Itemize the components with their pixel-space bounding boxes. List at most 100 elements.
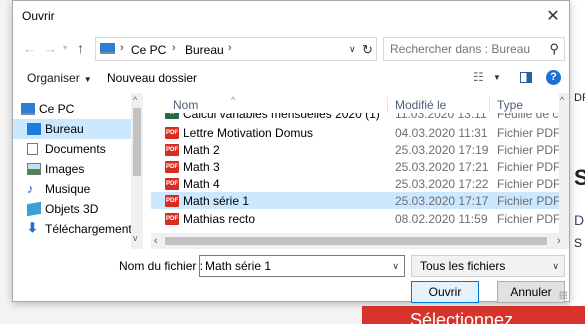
sort-ascending-icon: ^ bbox=[231, 95, 236, 105]
scroll-down-icon[interactable]: v bbox=[133, 233, 138, 243]
column-divider[interactable] bbox=[387, 97, 388, 113]
cancel-button[interactable]: Annuler bbox=[497, 281, 565, 303]
file-name: Math 2 bbox=[183, 143, 220, 157]
refresh-icon[interactable]: ↻ bbox=[362, 42, 373, 58]
breadcrumb-item-ce-pc[interactable]: Ce PC bbox=[131, 43, 166, 57]
file-row[interactable]: PDF Mathias recto 08.02.2020 11:59 Fichi… bbox=[151, 210, 559, 227]
file-list-vertical-scrollbar[interactable]: ^ bbox=[559, 93, 569, 233]
pdf-file-icon: PDF bbox=[165, 195, 179, 207]
sidebar-item-telechargements[interactable]: ⬇ Téléchargements bbox=[13, 219, 138, 239]
preview-pane-icon[interactable] bbox=[520, 72, 532, 83]
pdf-file-icon: PDF bbox=[165, 161, 179, 173]
resize-grip-icon[interactable] bbox=[559, 291, 567, 299]
chevron-down-icon[interactable]: ∨ bbox=[392, 261, 399, 272]
scroll-left-icon[interactable]: ‹ bbox=[154, 235, 158, 247]
sidebar-item-label: Téléchargements bbox=[45, 222, 138, 236]
file-type: Fichier PDF bbox=[497, 212, 559, 226]
file-row[interactable]: PDF Math 3 25.03.2020 17:21 Fichier PDF bbox=[151, 158, 559, 175]
search-input[interactable] bbox=[390, 42, 540, 56]
file-row[interactable]: PDF Lettre Motivation Domus 04.03.2020 1… bbox=[151, 124, 559, 141]
sidebar-item-bureau[interactable]: Bureau bbox=[13, 119, 133, 139]
file-modified: 04.03.2020 11:31 bbox=[395, 126, 488, 140]
background-text-fragment: DF bbox=[574, 92, 585, 104]
title-bar[interactable]: Ouvrir ✕ bbox=[13, 1, 569, 31]
scroll-up-icon[interactable]: ^ bbox=[560, 95, 564, 105]
back-arrow-icon[interactable]: ← bbox=[23, 41, 36, 56]
column-header-type[interactable]: Type bbox=[497, 98, 523, 112]
downloads-icon: ⬇ bbox=[27, 220, 38, 235]
open-button[interactable]: Ouvrir bbox=[411, 281, 479, 303]
scrollbar-thumb[interactable] bbox=[165, 237, 547, 245]
file-row-selected[interactable]: PDF Math série 1 25.03.2020 17:17 Fichie… bbox=[151, 192, 559, 209]
file-row[interactable]: PDF Math 4 25.03.2020 17:22 Fichier PDF bbox=[151, 175, 559, 192]
pdf-file-icon: PDF bbox=[165, 213, 179, 225]
column-divider[interactable] bbox=[489, 97, 490, 113]
filename-label: Nom du fichier : bbox=[119, 259, 204, 273]
sidebar-item-label: Images bbox=[45, 162, 85, 176]
open-file-dialog: Ouvrir ✕ ← → ▾ ↑ › Ce PC › Bureau › ∨ ↻ … bbox=[12, 0, 570, 303]
sidebar-item-musique[interactable]: ♪ Musique bbox=[13, 179, 133, 199]
scrollbar-thumb[interactable] bbox=[133, 108, 141, 176]
help-icon[interactable]: ? bbox=[546, 70, 561, 85]
file-type: Fichier PDF bbox=[497, 160, 559, 174]
filename-combobox[interactable]: ∨ bbox=[199, 255, 405, 277]
file-row[interactable]: X Calcul variables mensuelles 2020 (1) 1… bbox=[151, 113, 559, 124]
filetype-value: Tous les fichiers bbox=[420, 259, 506, 273]
file-type: Feuille de calcul ... bbox=[497, 113, 559, 121]
search-icon[interactable]: ⚲ bbox=[549, 41, 559, 57]
sidebar-item-label: Bureau bbox=[45, 122, 84, 136]
file-type: Fichier PDF bbox=[497, 126, 559, 140]
file-name: Mathias recto bbox=[183, 212, 256, 226]
close-button[interactable]: ✕ bbox=[537, 1, 569, 31]
scroll-up-icon[interactable]: ^ bbox=[133, 95, 137, 105]
caret-down-icon: ▼ bbox=[83, 75, 92, 84]
close-icon: ✕ bbox=[546, 8, 560, 25]
file-name: Math 3 bbox=[183, 160, 220, 174]
background-text-fragment: S bbox=[574, 165, 585, 190]
breadcrumb-separator-icon[interactable]: › bbox=[228, 42, 232, 54]
file-name: Math 4 bbox=[183, 177, 220, 191]
navigation-pane-scrollbar[interactable]: ^ v bbox=[131, 93, 143, 249]
sidebar-item-documents[interactable]: Documents bbox=[13, 139, 133, 159]
view-options-icon[interactable]: ☷ bbox=[473, 70, 484, 84]
file-list-horizontal-scrollbar[interactable]: ‹ › bbox=[151, 233, 569, 249]
file-type: Fichier PDF bbox=[497, 177, 559, 191]
breadcrumb-separator-icon: › bbox=[172, 42, 176, 54]
excel-file-icon: X bbox=[165, 113, 179, 119]
breadcrumb-item-bureau[interactable]: Bureau bbox=[185, 43, 224, 57]
filename-input[interactable] bbox=[205, 259, 385, 273]
chevron-down-icon[interactable]: ∨ bbox=[349, 44, 356, 55]
sidebar-item-images[interactable]: Images bbox=[13, 159, 133, 179]
scroll-right-icon[interactable]: › bbox=[557, 235, 561, 247]
new-folder-button[interactable]: Nouveau dossier bbox=[107, 71, 197, 85]
pdf-file-icon: PDF bbox=[165, 144, 179, 156]
file-type: Fichier PDF bbox=[497, 194, 559, 208]
images-icon bbox=[27, 163, 41, 175]
command-bar: Organiser ▼ Nouveau dossier ☷ ▼ ? bbox=[13, 67, 569, 89]
desktop-folder-icon bbox=[27, 123, 41, 135]
file-row[interactable]: PDF Math 2 25.03.2020 17:19 Fichier PDF bbox=[151, 141, 559, 158]
sidebar-item-ce-pc[interactable]: Ce PC bbox=[13, 99, 133, 119]
sidebar-item-objets-3d[interactable]: Objets 3D bbox=[13, 199, 133, 219]
filetype-select[interactable]: Tous les fichiers ∨ bbox=[411, 255, 565, 277]
background-banner[interactable]: Sélectionnez bbox=[362, 306, 585, 324]
forward-arrow-icon[interactable]: → bbox=[44, 41, 57, 56]
column-header-name[interactable]: Nom ^ bbox=[173, 95, 235, 112]
file-list: Nom ^ Modifié le Type X Calcul variables … bbox=[151, 93, 569, 233]
organise-button[interactable]: Organiser ▼ bbox=[27, 71, 92, 85]
column-header-modified[interactable]: Modifié le bbox=[395, 98, 446, 112]
search-box[interactable]: ⚲ bbox=[383, 37, 565, 61]
up-arrow-icon[interactable]: ↑ bbox=[77, 40, 84, 56]
sidebar-item-label: Objets 3D bbox=[45, 202, 99, 216]
pc-icon bbox=[21, 103, 35, 115]
file-name: Calcul variables mensuelles 2020 (1) bbox=[183, 113, 380, 121]
recent-locations-chevron-icon[interactable]: ▾ bbox=[63, 43, 67, 52]
file-modified: 25.03.2020 17:19 bbox=[395, 143, 489, 157]
sidebar-item-label: Documents bbox=[45, 142, 106, 156]
documents-icon bbox=[27, 143, 38, 155]
caret-down-icon[interactable]: ▼ bbox=[493, 73, 501, 82]
navigation-row: ← → ▾ ↑ › Ce PC › Bureau › ∨ ↻ ⚲ bbox=[13, 37, 569, 61]
breadcrumb-separator-icon: › bbox=[120, 42, 124, 54]
file-modified: 25.03.2020 17:17 bbox=[395, 194, 489, 208]
address-bar[interactable]: › Ce PC › Bureau › ∨ ↻ bbox=[95, 37, 377, 61]
